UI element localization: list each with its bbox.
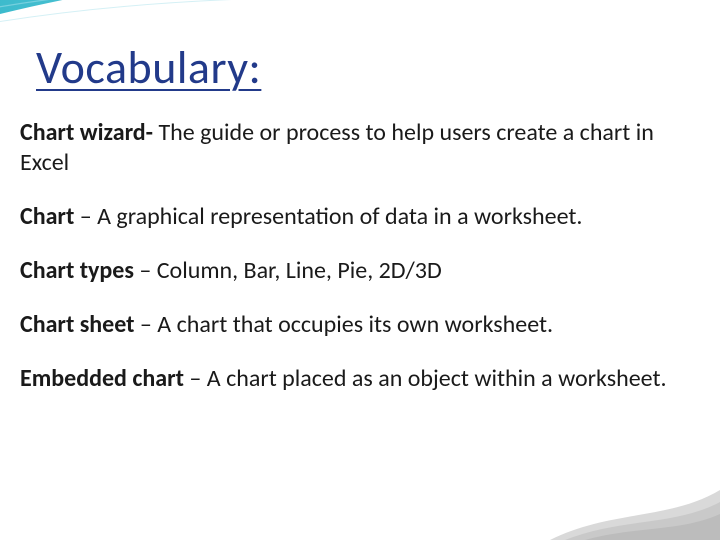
corner-accent-icon bbox=[550, 460, 720, 540]
definition: – A graphical representation of data in … bbox=[74, 202, 582, 231]
term: Chart bbox=[20, 202, 74, 231]
definition-item: Chart sheet – A chart that occupies its … bbox=[20, 310, 700, 340]
definition-item: Chart – A graphical representation of da… bbox=[20, 202, 700, 232]
term: Embedded chart bbox=[20, 364, 184, 393]
slide-title: Vocabulary: bbox=[36, 40, 261, 96]
term: Chart sheet bbox=[20, 310, 134, 339]
definition-item: Embedded chart – A chart placed as an ob… bbox=[20, 364, 700, 394]
term: Chart wizard- bbox=[20, 118, 153, 147]
definitions-list: Chart wizard- The guide or process to he… bbox=[20, 118, 700, 418]
definition-item: Chart types – Column, Bar, Line, Pie, 2D… bbox=[20, 256, 700, 286]
term: Chart types bbox=[20, 256, 134, 285]
definition: – Column, Bar, Line, Pie, 2D/3D bbox=[134, 256, 442, 285]
definition: – A chart that occupies its own workshee… bbox=[134, 310, 553, 339]
definition: – A chart placed as an object within a w… bbox=[184, 364, 667, 393]
definition-item: Chart wizard- The guide or process to he… bbox=[20, 118, 700, 178]
